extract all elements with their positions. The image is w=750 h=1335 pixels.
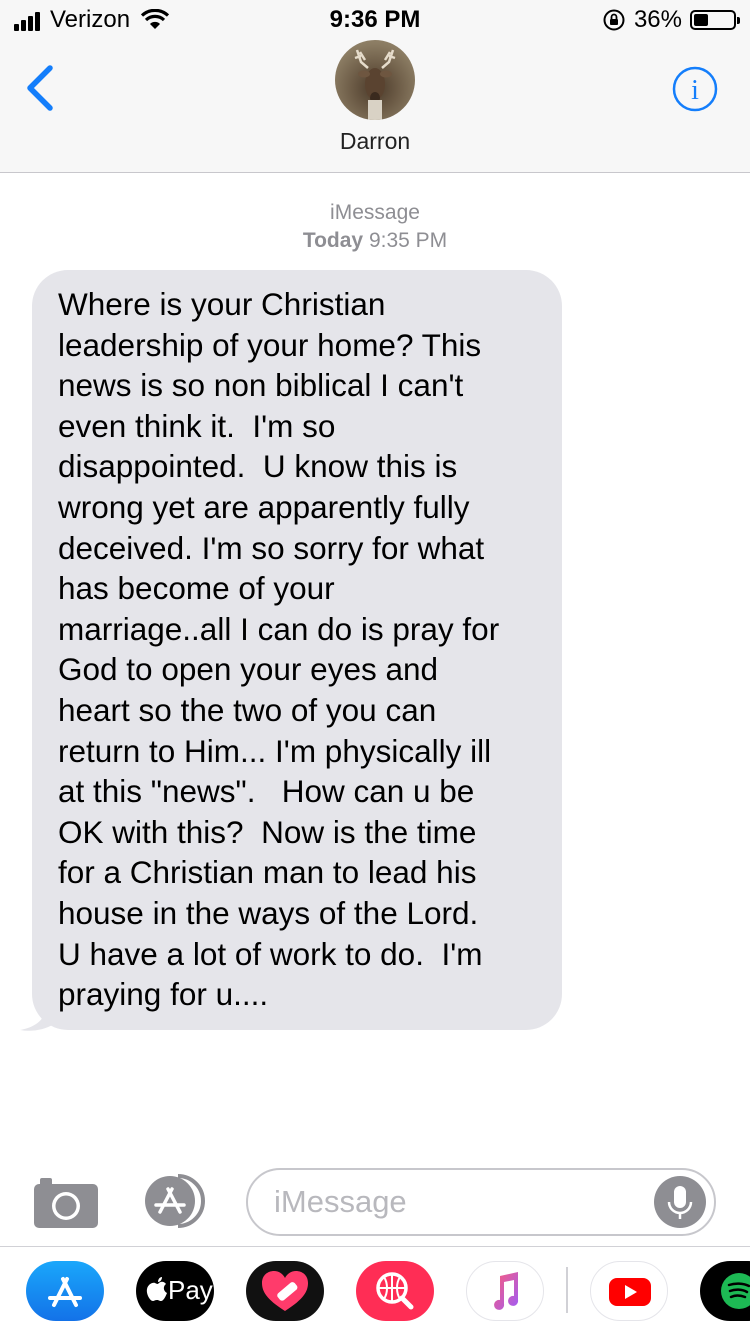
app-store-drawer-icon[interactable] xyxy=(138,1172,212,1230)
web-search-app[interactable] xyxy=(356,1261,434,1321)
microphone-icon xyxy=(667,1186,693,1219)
info-icon[interactable]: i xyxy=(672,66,718,112)
thread-timestamp: iMessage Today 9:35 PM xyxy=(0,199,750,255)
message-input-placeholder: iMessage xyxy=(274,1184,407,1219)
heart-bandage-icon xyxy=(262,1271,308,1311)
apple-pay-app[interactable]: Pay xyxy=(136,1261,214,1321)
imessage-app-drawer: Pay xyxy=(0,1246,750,1335)
drawer-divider xyxy=(566,1267,568,1313)
music-app[interactable] xyxy=(466,1261,544,1321)
apple-logo-icon xyxy=(146,1277,167,1301)
message-input[interactable]: iMessage xyxy=(246,1168,716,1236)
day-label: Today xyxy=(302,229,364,252)
contact-avatar[interactable] xyxy=(335,40,415,120)
youtube-icon xyxy=(609,1278,651,1306)
battery-percent: 36% xyxy=(633,6,682,33)
svg-text:i: i xyxy=(691,75,699,106)
music-note-icon xyxy=(494,1272,519,1310)
apple-pay-label: Pay xyxy=(168,1275,213,1305)
globe-search-icon xyxy=(376,1272,414,1310)
camera-icon[interactable] xyxy=(32,1174,100,1230)
orientation-lock-icon xyxy=(603,9,625,31)
heart-sticker-app[interactable] xyxy=(246,1261,324,1321)
bubble-tail xyxy=(20,996,58,1031)
spotify-icon xyxy=(721,1273,750,1309)
spotify-app[interactable] xyxy=(700,1261,750,1321)
date-time-label: Today 9:35 PM xyxy=(0,227,750,255)
microphone-button[interactable] xyxy=(654,1176,706,1228)
service-label: iMessage xyxy=(330,201,420,224)
youtube-app[interactable] xyxy=(590,1261,668,1321)
conversation-header: Darron i xyxy=(0,40,750,173)
status-bar: Verizon 9:36 PM 36% xyxy=(0,0,750,40)
back-chevron-icon[interactable] xyxy=(18,62,68,112)
incoming-message-bubble[interactable]: Where is your Christian leadership of yo… xyxy=(32,270,562,1030)
message-text: Where is your Christian leadership of yo… xyxy=(58,286,500,1013)
app-store-app[interactable] xyxy=(26,1261,104,1321)
battery-icon xyxy=(690,10,740,30)
time-label: 9:35 PM xyxy=(368,229,448,252)
contact-name[interactable]: Darron xyxy=(0,128,750,155)
app-store-icon xyxy=(48,1277,82,1307)
deer-photo-icon xyxy=(354,49,396,120)
